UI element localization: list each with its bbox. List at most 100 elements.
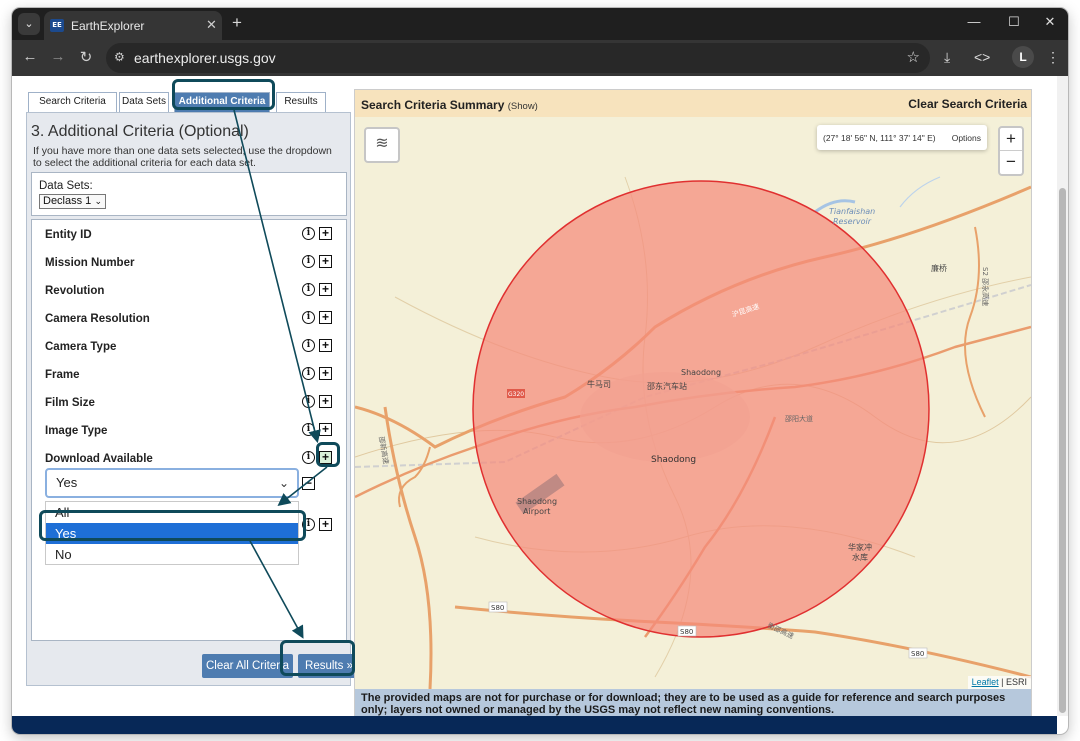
menu-dots-icon[interactable]: ⋮ xyxy=(1046,49,1060,66)
tab-search-criteria[interactable]: Search Criteria xyxy=(28,92,117,112)
expand-plus-icon[interactable]: + xyxy=(319,518,332,531)
info-icon[interactable]: i xyxy=(302,451,315,464)
criteria-download-available[interactable]: Download Available xyxy=(45,453,153,465)
back-arrow-icon[interactable]: ← xyxy=(20,48,40,65)
new-tab-plus-icon[interactable]: + xyxy=(232,13,242,33)
scroll-thumb[interactable] xyxy=(1059,188,1066,713)
summary-title-text: Search Criteria Summary xyxy=(361,98,505,112)
bookmark-star-icon[interactable]: ☆ xyxy=(907,48,920,66)
forward-arrow-icon[interactable]: → xyxy=(48,48,68,65)
zoom-control: + − xyxy=(998,126,1024,176)
tab-results[interactable]: Results xyxy=(276,92,326,112)
minimize-icon[interactable]: — xyxy=(964,14,984,29)
collapse-minus-icon[interactable]: − xyxy=(302,477,315,490)
map-panel: Search Criteria Summary (Show) Clear Sea… xyxy=(354,89,1032,720)
datasets-dropdown-value: Declass 1 xyxy=(43,195,92,207)
datasets-dropdown[interactable]: Declass 1 ⌄ xyxy=(39,194,106,209)
map-canvas: Tianfaishan Reservoir Shaodong Shaodong … xyxy=(355,117,1031,689)
close-tab-icon[interactable]: ✕ xyxy=(206,17,217,33)
map-view[interactable]: Tianfaishan Reservoir Shaodong Shaodong … xyxy=(355,117,1031,689)
map-attribution: Leaflet | ESRI xyxy=(967,676,1031,689)
highlight-results-button xyxy=(280,640,355,676)
coordinates-display: (27° 18' 56" N, 111° 37' 14" E) Options xyxy=(817,125,987,150)
attribution-esri: ESRI xyxy=(1005,677,1027,687)
site-footer-bar xyxy=(12,716,1057,734)
tab-strip: ⌄ EE EarthExplorer ✕ + — ☐ ✕ xyxy=(12,8,1068,40)
layers-icon: ≋ xyxy=(375,135,389,152)
map-label: 廉桥 xyxy=(931,263,947,273)
expand-plus-icon[interactable]: + xyxy=(319,227,332,240)
option-no[interactable]: No xyxy=(46,544,298,565)
expand-plus-icon[interactable]: + xyxy=(319,339,332,352)
profile-avatar[interactable]: L xyxy=(1012,46,1034,68)
info-icon[interactable]: i xyxy=(302,227,315,240)
map-label: Airport xyxy=(523,507,550,516)
expand-plus-icon[interactable]: + xyxy=(319,255,332,268)
chevron-down-icon: ⌄ xyxy=(278,476,289,490)
coordinates-text: (27° 18' 56" N, 111° 37' 14" E) xyxy=(823,133,936,143)
criteria-camera-resolution[interactable]: Camera Resolution xyxy=(45,313,150,325)
map-label: 水库 xyxy=(852,552,868,562)
code-icon[interactable]: <> xyxy=(974,49,990,65)
reload-icon[interactable]: ↻ xyxy=(76,48,96,66)
layers-button[interactable]: ≋ xyxy=(364,127,400,163)
map-label: 邵阳大道 xyxy=(785,414,813,423)
info-icon[interactable]: i xyxy=(302,311,315,324)
zoom-out-button[interactable]: − xyxy=(1000,151,1022,174)
expand-plus-icon[interactable]: + xyxy=(319,311,332,324)
datasets-label: Data Sets: xyxy=(39,180,93,192)
earthexplorer-favicon-icon: EE xyxy=(50,19,64,32)
search-criteria-summary-header: Search Criteria Summary (Show) Clear Sea… xyxy=(355,90,1031,117)
map-label: Shaodong xyxy=(517,497,557,506)
download-icon[interactable]: ⤓ xyxy=(944,49,950,66)
highlight-yes-option xyxy=(39,510,306,541)
url-text[interactable]: earthexplorer.usgs.gov xyxy=(134,50,276,66)
map-label: 牛马司 xyxy=(587,379,611,389)
maximize-icon[interactable]: ☐ xyxy=(1004,14,1024,30)
info-icon[interactable]: i xyxy=(302,395,315,408)
attribution-separator: | xyxy=(998,677,1006,687)
criteria-film-size[interactable]: Film Size xyxy=(45,397,95,409)
criteria-camera-type[interactable]: Camera Type xyxy=(45,341,116,353)
page-scrollbar[interactable] xyxy=(1057,76,1068,716)
site-info-icon[interactable]: ⚙ xyxy=(114,50,125,64)
map-label: Reservoir xyxy=(833,217,872,226)
close-window-icon[interactable]: ✕ xyxy=(1040,14,1060,30)
tab-data-sets[interactable]: Data Sets xyxy=(119,92,169,112)
map-label: S2 邵永高速 xyxy=(981,267,990,306)
expand-plus-icon[interactable]: + xyxy=(319,367,332,380)
section-description: If you have more than one data sets sele… xyxy=(33,145,332,169)
info-icon[interactable]: i xyxy=(302,339,315,352)
map-label: S80 xyxy=(911,650,924,658)
criteria-revolution[interactable]: Revolution xyxy=(45,285,104,297)
zoom-in-button[interactable]: + xyxy=(1000,128,1022,151)
info-icon[interactable]: i xyxy=(302,255,315,268)
browser-tab[interactable]: EE EarthExplorer ✕ xyxy=(44,11,222,40)
page-content: Search Criteria Data Sets Additional Cri… xyxy=(12,76,1057,720)
section-title: 3. Additional Criteria (Optional) xyxy=(31,123,249,140)
browser-window: ⌄ EE EarthExplorer ✕ + — ☐ ✕ ← → ↻ ⚙ ear… xyxy=(12,8,1068,734)
leaflet-link[interactable]: Leaflet xyxy=(972,677,999,687)
highlight-additional-criteria-tab xyxy=(172,79,275,110)
criteria-entity-id[interactable]: Entity ID xyxy=(45,229,92,241)
expand-plus-icon[interactable]: + xyxy=(319,423,332,436)
clear-search-criteria-link[interactable]: Clear Search Criteria xyxy=(908,97,1027,111)
info-icon[interactable]: i xyxy=(302,283,315,296)
expand-plus-icon[interactable]: + xyxy=(319,395,332,408)
map-label: S80 xyxy=(680,628,693,636)
criteria-mission-number[interactable]: Mission Number xyxy=(45,257,134,269)
criteria-image-type[interactable]: Image Type xyxy=(45,425,107,437)
info-icon[interactable]: i xyxy=(302,367,315,380)
summary-show-link[interactable]: (Show) xyxy=(508,101,538,112)
tab-search-button[interactable]: ⌄ xyxy=(18,13,40,35)
criteria-frame[interactable]: Frame xyxy=(45,369,80,381)
options-link[interactable]: Options xyxy=(952,133,981,143)
info-icon[interactable]: i xyxy=(302,423,315,436)
map-label: Shaodong xyxy=(681,368,721,377)
address-bar[interactable]: ⚙ earthexplorer.usgs.gov ☆ xyxy=(106,43,930,73)
criteria-panel: Search Criteria Data Sets Additional Cri… xyxy=(26,88,360,686)
map-label: 邵东汽车站 xyxy=(647,381,687,391)
search-area-circle xyxy=(472,180,930,638)
expand-plus-icon[interactable]: + xyxy=(319,283,332,296)
download-available-select[interactable]: Yes ⌄ xyxy=(45,468,299,498)
